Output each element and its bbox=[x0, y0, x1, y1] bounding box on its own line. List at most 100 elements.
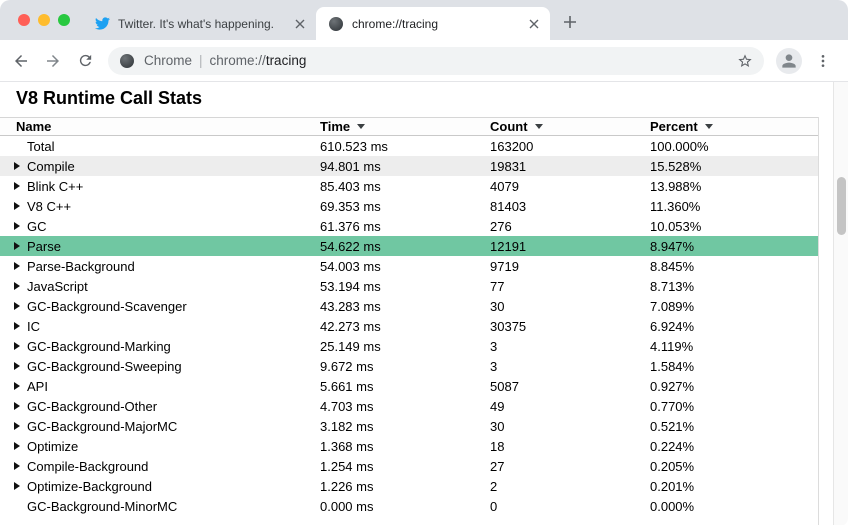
table-row[interactable]: GC-Background-Marking25.149 ms34.119% bbox=[0, 336, 818, 356]
cell-count: 19831 bbox=[490, 159, 650, 174]
expand-arrow-icon[interactable] bbox=[14, 402, 27, 410]
cell-name: Blink C++ bbox=[0, 179, 320, 194]
cell-percent: 0.201% bbox=[650, 479, 818, 494]
cell-percent: 0.927% bbox=[650, 379, 818, 394]
cell-percent: 6.924% bbox=[650, 319, 818, 334]
cell-time: 69.353 ms bbox=[320, 199, 490, 214]
row-name: GC bbox=[27, 219, 47, 234]
url-text: Chrome|chrome://tracing bbox=[144, 53, 306, 68]
table-row[interactable]: GC-Background-Other4.703 ms490.770% bbox=[0, 396, 818, 416]
expand-arrow-icon[interactable] bbox=[14, 442, 27, 450]
forward-button[interactable] bbox=[38, 46, 68, 76]
tab-twitter[interactable]: Twitter. It's what's happening. bbox=[82, 7, 316, 40]
expand-arrow-icon[interactable] bbox=[14, 322, 27, 330]
cell-count: 30 bbox=[490, 419, 650, 434]
cell-name: Compile bbox=[0, 159, 320, 174]
expand-arrow-icon[interactable] bbox=[14, 342, 27, 350]
table-row[interactable]: GC-Background-MinorMC0.000 ms00.000% bbox=[0, 496, 818, 516]
column-header-percent[interactable]: Percent bbox=[650, 119, 818, 134]
cell-count: 30375 bbox=[490, 319, 650, 334]
table-row[interactable]: Optimize1.368 ms180.224% bbox=[0, 436, 818, 456]
expand-arrow-icon[interactable] bbox=[14, 482, 27, 490]
back-button[interactable] bbox=[6, 46, 36, 76]
row-name: JavaScript bbox=[27, 279, 88, 294]
cell-time: 25.149 ms bbox=[320, 339, 490, 354]
address-bar[interactable]: Chrome|chrome://tracing bbox=[108, 47, 764, 75]
expand-arrow-icon[interactable] bbox=[14, 282, 27, 290]
close-tab-icon[interactable] bbox=[292, 16, 308, 32]
table-row[interactable]: Total610.523 ms163200100.000% bbox=[0, 136, 818, 156]
expand-arrow-icon[interactable] bbox=[14, 422, 27, 430]
zoom-window-button[interactable] bbox=[58, 14, 70, 26]
expand-arrow-icon[interactable] bbox=[14, 222, 27, 230]
cell-percent: 0.521% bbox=[650, 419, 818, 434]
expand-arrow-icon[interactable] bbox=[14, 462, 27, 470]
table-row[interactable]: JavaScript53.194 ms778.713% bbox=[0, 276, 818, 296]
triangle-right-icon bbox=[14, 162, 20, 170]
cell-name: Parse bbox=[0, 239, 320, 254]
table-row[interactable]: Blink C++85.403 ms407913.988% bbox=[0, 176, 818, 196]
table-row[interactable]: Compile94.801 ms1983115.528% bbox=[0, 156, 818, 176]
expand-arrow-icon[interactable] bbox=[14, 382, 27, 390]
triangle-right-icon bbox=[14, 302, 20, 310]
expand-arrow-icon[interactable] bbox=[14, 162, 27, 170]
cell-time: 4.703 ms bbox=[320, 399, 490, 414]
expand-arrow-icon[interactable] bbox=[14, 202, 27, 210]
cell-count: 3 bbox=[490, 339, 650, 354]
cell-name: GC bbox=[0, 219, 320, 234]
tabs: Twitter. It's what's happening. chrome:/… bbox=[82, 0, 584, 40]
profile-avatar[interactable] bbox=[776, 48, 802, 74]
url-scheme: chrome:// bbox=[210, 53, 266, 68]
table-row[interactable]: Parse-Background54.003 ms97198.845% bbox=[0, 256, 818, 276]
triangle-right-icon bbox=[14, 382, 20, 390]
cell-percent: 10.053% bbox=[650, 219, 818, 234]
cell-name: GC-Background-Other bbox=[0, 399, 320, 414]
cell-percent: 0.000% bbox=[650, 499, 818, 514]
sort-desc-icon bbox=[357, 124, 365, 129]
menu-icon[interactable] bbox=[808, 46, 838, 76]
column-header-count[interactable]: Count bbox=[490, 119, 650, 134]
cell-percent: 8.947% bbox=[650, 239, 818, 254]
cell-time: 42.273 ms bbox=[320, 319, 490, 334]
cell-name: Compile-Background bbox=[0, 459, 320, 474]
minimize-window-button[interactable] bbox=[38, 14, 50, 26]
stats-table: NameTimeCountPercent Total610.523 ms1632… bbox=[0, 117, 819, 525]
page-title: V8 Runtime Call Stats bbox=[16, 88, 832, 109]
reload-button[interactable] bbox=[70, 46, 100, 76]
tab-tracing[interactable]: chrome://tracing bbox=[316, 7, 550, 40]
cell-count: 18 bbox=[490, 439, 650, 454]
column-header-name[interactable]: Name bbox=[0, 119, 320, 134]
tab-strip: Twitter. It's what's happening. chrome:/… bbox=[0, 0, 848, 40]
table-row[interactable]: API5.661 ms50870.927% bbox=[0, 376, 818, 396]
expand-arrow-icon[interactable] bbox=[14, 362, 27, 370]
page-scrollbar[interactable] bbox=[833, 82, 848, 525]
table-row[interactable]: Compile-Background1.254 ms270.205% bbox=[0, 456, 818, 476]
table-row[interactable]: IC42.273 ms303756.924% bbox=[0, 316, 818, 336]
triangle-right-icon bbox=[14, 222, 20, 230]
cell-count: 3 bbox=[490, 359, 650, 374]
column-header-time[interactable]: Time bbox=[320, 119, 490, 134]
cell-count: 81403 bbox=[490, 199, 650, 214]
cell-percent: 0.224% bbox=[650, 439, 818, 454]
expand-arrow-icon[interactable] bbox=[14, 242, 27, 250]
cell-time: 1.368 ms bbox=[320, 439, 490, 454]
cell-count: 163200 bbox=[490, 139, 650, 154]
new-tab-button[interactable] bbox=[556, 8, 584, 36]
cell-time: 61.376 ms bbox=[320, 219, 490, 234]
expand-arrow-icon[interactable] bbox=[14, 302, 27, 310]
expand-arrow-icon[interactable] bbox=[14, 262, 27, 270]
table-row[interactable]: GC-Background-MajorMC3.182 ms300.521% bbox=[0, 416, 818, 436]
table-row[interactable]: GC61.376 ms27610.053% bbox=[0, 216, 818, 236]
cell-percent: 8.713% bbox=[650, 279, 818, 294]
table-row[interactable]: Parse54.622 ms121918.947% bbox=[0, 236, 818, 256]
table-row[interactable]: GC-Background-Scavenger43.283 ms307.089% bbox=[0, 296, 818, 316]
table-row[interactable]: V8 C++69.353 ms8140311.360% bbox=[0, 196, 818, 216]
bookmark-star-icon[interactable] bbox=[732, 48, 758, 74]
table-row[interactable]: GC-Background-Sweeping9.672 ms31.584% bbox=[0, 356, 818, 376]
triangle-right-icon bbox=[14, 422, 20, 430]
scrollbar-thumb[interactable] bbox=[837, 177, 846, 235]
expand-arrow-icon[interactable] bbox=[14, 182, 27, 190]
close-window-button[interactable] bbox=[18, 14, 30, 26]
close-tab-icon[interactable] bbox=[526, 16, 542, 32]
table-row[interactable]: Optimize-Background1.226 ms20.201% bbox=[0, 476, 818, 496]
